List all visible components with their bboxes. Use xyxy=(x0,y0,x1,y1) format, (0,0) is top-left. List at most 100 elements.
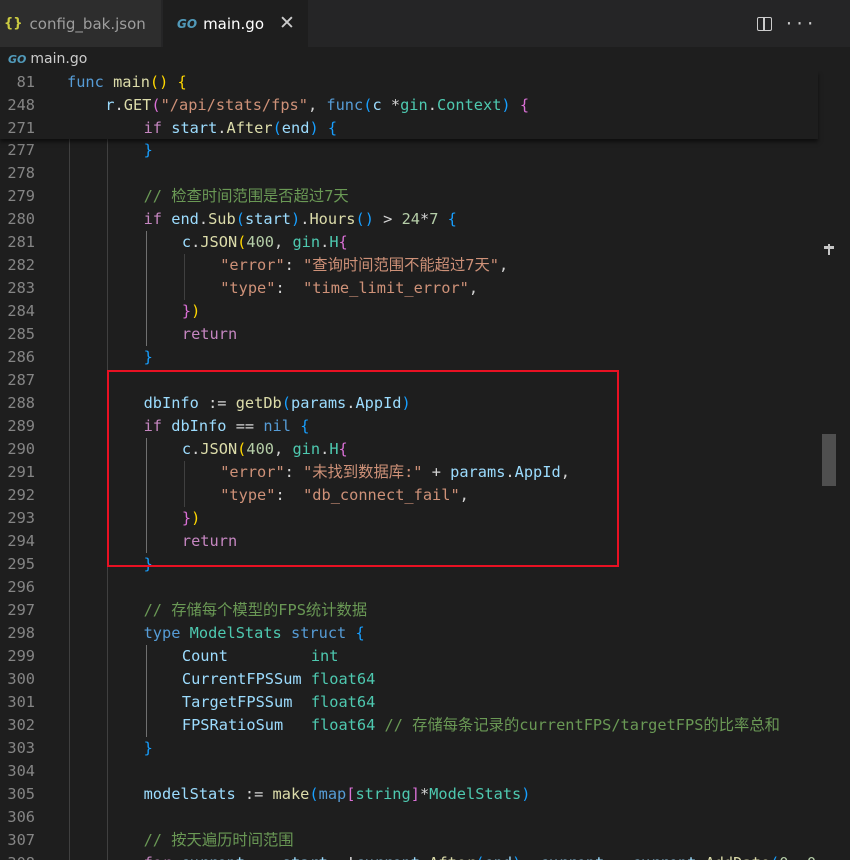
code-text: CurrentFPSSum float64 xyxy=(182,668,375,691)
code-token: ModelStats xyxy=(429,785,522,803)
code-token: struct xyxy=(290,624,347,642)
code-token: if xyxy=(143,210,163,228)
code-token: r xyxy=(105,96,115,114)
indent-guide xyxy=(183,254,185,300)
line-number: 285 xyxy=(7,325,35,343)
code-token: { xyxy=(519,96,530,114)
code-token: start xyxy=(282,854,328,860)
more-actions-icon[interactable]: ··· xyxy=(784,14,816,33)
code-token: 0 xyxy=(807,854,816,860)
code-token: end xyxy=(484,854,512,860)
code-token: ( xyxy=(237,233,247,251)
code-token: } xyxy=(181,302,192,320)
code-token: end xyxy=(281,119,310,137)
code-token: start xyxy=(244,210,292,228)
code-token: current xyxy=(355,854,419,860)
code-text: return xyxy=(182,323,237,346)
code-text: // 按天遍历时间范围 xyxy=(144,829,294,852)
vertical-scrollbar[interactable] xyxy=(822,71,836,860)
code-token: : xyxy=(275,279,304,297)
line-number: 278 xyxy=(7,164,35,182)
line-number: 295 xyxy=(7,555,35,573)
line-number: 81 xyxy=(16,73,35,91)
line-number: 301 xyxy=(7,693,35,711)
line-number: 291 xyxy=(7,463,35,481)
code-token: ] xyxy=(410,785,420,803)
code-token: } xyxy=(143,348,153,366)
code-text: "error": "查询时间范围不能超过7天", xyxy=(220,254,508,277)
line-number: 280 xyxy=(7,210,35,228)
line-number: 289 xyxy=(7,417,35,435)
code-token: , xyxy=(788,854,806,860)
tab-config-bak-json[interactable]: {} config_bak.json xyxy=(0,0,162,47)
code-token: , xyxy=(468,279,479,297)
line-number: 305 xyxy=(7,785,35,803)
code-token: CurrentFPSSum xyxy=(181,670,302,688)
close-icon[interactable]: ✕ xyxy=(279,12,295,34)
code-token: Hours xyxy=(309,210,356,228)
code-token: : xyxy=(284,256,304,274)
code-token: string xyxy=(355,785,411,803)
line-number: 297 xyxy=(7,601,35,619)
code-token: Count xyxy=(181,647,228,665)
code-token: = xyxy=(604,854,632,860)
overview-ruler-marker-icon xyxy=(824,244,834,255)
code-token: ; ! xyxy=(328,854,356,860)
line-number: 279 xyxy=(7,187,35,205)
line-number: 277 xyxy=(7,141,35,159)
line-number: 281 xyxy=(7,233,35,251)
code-token: ( xyxy=(151,96,161,114)
code-token: AddDate xyxy=(706,854,770,860)
line-number: 288 xyxy=(7,394,35,412)
sticky-scroll-header[interactable]: 81 func main() {248 r.GET("/api/stats/fps"… xyxy=(0,71,818,139)
code-token: 400 xyxy=(246,233,275,251)
code-token: ; xyxy=(521,854,539,860)
line-number: 308 xyxy=(0,852,35,860)
code-token: * xyxy=(381,96,401,114)
code-token: ) xyxy=(191,302,201,320)
scrollbar-thumb[interactable] xyxy=(822,434,836,486)
line-number: 290 xyxy=(7,440,35,458)
code-token: * xyxy=(420,210,430,228)
code-token: ) xyxy=(512,854,521,860)
code-token: * xyxy=(419,785,430,803)
code-text: modelStats := make(map[string]*ModelStat… xyxy=(144,783,531,806)
code-token: Sub xyxy=(208,210,236,228)
go-file-icon: GO xyxy=(177,16,198,31)
tab-label: config_bak.json xyxy=(29,14,146,33)
code-token: , xyxy=(307,96,327,114)
line-number: 293 xyxy=(7,509,35,527)
code-token: float64 xyxy=(310,693,376,711)
go-file-icon: GO xyxy=(8,52,27,66)
code-token: () xyxy=(149,73,169,91)
line-number: 304 xyxy=(7,762,35,780)
code-token: . xyxy=(427,96,437,114)
code-text: "type": "time_limit_error", xyxy=(220,277,478,300)
code-token: if xyxy=(143,119,163,137)
line-number: 306 xyxy=(7,808,35,826)
line-number: 283 xyxy=(7,279,35,297)
code-token: // 按天遍历时间范围 xyxy=(143,831,294,849)
line-number: 302 xyxy=(7,716,35,734)
code-text: func main() { xyxy=(67,71,187,94)
breadcrumb-file[interactable]: main.go xyxy=(30,51,87,67)
code-token: ) xyxy=(309,119,319,137)
code-token: { xyxy=(355,624,365,642)
code-token: Context xyxy=(436,96,502,114)
code-text: Count int xyxy=(182,645,339,668)
code-text: } xyxy=(144,346,153,369)
line-number: 294 xyxy=(7,532,35,550)
split-editor-icon[interactable] xyxy=(757,16,773,31)
code-token: type xyxy=(143,624,181,642)
code-token: After xyxy=(429,854,475,860)
code-text: } xyxy=(144,737,153,760)
code-token: float64 xyxy=(310,670,376,688)
code-token: { xyxy=(338,233,348,251)
code-token: "type" xyxy=(220,279,276,297)
code-token: end xyxy=(171,210,199,228)
code-token: , xyxy=(274,233,293,251)
tab-main-go[interactable]: GO main.go ✕ xyxy=(163,0,308,47)
